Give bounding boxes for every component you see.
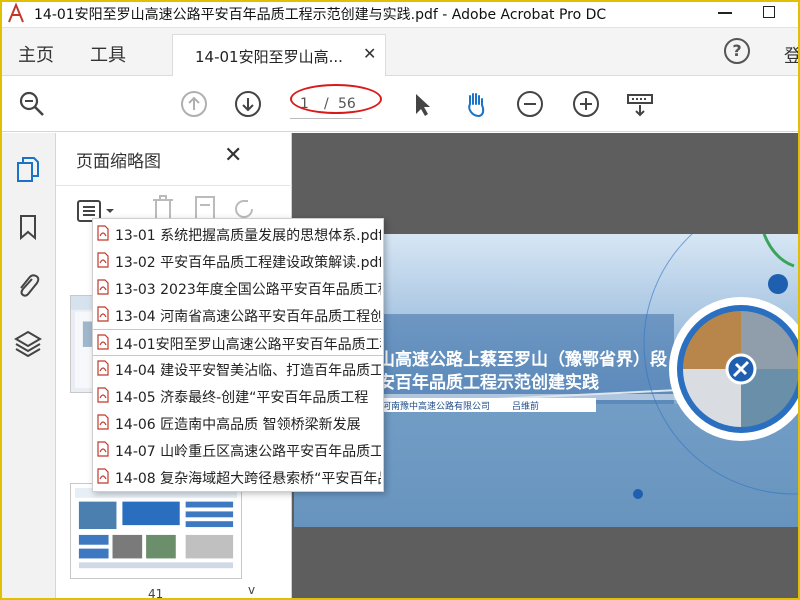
search-zoom-icon[interactable] [18, 90, 46, 118]
document-list-label: 14-01安阳至罗山高速公路平安百年品质工程 [115, 337, 381, 353]
help-icon[interactable]: ? [724, 38, 750, 64]
document-list-item[interactable]: 14-01安阳至罗山高速公路平安百年品质工程 [93, 329, 383, 356]
document-list-item[interactable]: 14-04 建设平安智美沾临、打造百年品质工程 [93, 356, 383, 383]
close-panel-icon[interactable]: ✕ [224, 143, 242, 168]
document-list-item[interactable]: 14-06 匠造南中高品质 智领桥梁新发展 [93, 410, 383, 437]
document-list-item[interactable]: 14-07 山岭重丘区高速公路平安百年品质工程 [93, 437, 383, 464]
pdf-file-icon [97, 279, 109, 295]
pdf-file-icon [97, 252, 109, 268]
maximize-button[interactable] [763, 6, 775, 18]
document-list-item[interactable]: 13-03 2023年度全国公路平安百年品质工程 [93, 275, 383, 302]
menu-bar: 主页 工具 14-01安阳至罗山高... ✕ ? 登 [0, 28, 800, 76]
pdf-file-icon [97, 414, 109, 430]
document-list-label: 14-08 复杂海域超大跨径悬索桥“平安百年品质 [115, 471, 381, 487]
previous-page-icon[interactable] [180, 90, 208, 118]
pdf-file-icon [97, 441, 109, 457]
scroll-mode-icon[interactable] [626, 90, 654, 118]
document-list-item[interactable]: 14-05 济泰最终-创建“平安百年品质工程 [93, 383, 383, 410]
zoom-in-icon[interactable] [572, 90, 600, 118]
slide-title-line1: 山高速公路上蔡至罗山（豫鄂省界）段 [378, 350, 667, 370]
open-documents-list: 13-01 系统把握高质量发展的思想体系.pdf 13-02 平安百年品质工程建设… [92, 218, 384, 492]
document-list-label: 14-04 建设平安智美沾临、打造百年品质工程 [115, 363, 381, 379]
pdf-file-icon [97, 468, 109, 484]
scroll-down-arrow[interactable]: v [248, 583, 255, 597]
page-thumbnail[interactable] [70, 483, 242, 579]
bookmark-icon[interactable] [14, 213, 42, 241]
thumbnail-page-number: 41 [148, 587, 164, 600]
document-list-label: 14-07 山岭重丘区高速公路平安百年品质工程 [115, 444, 381, 460]
document-tab-label: 14-01安阳至罗山高... [195, 48, 343, 66]
slide-company: 河南豫中高速公路有限公司 [382, 402, 491, 412]
document-list-label: 13-01 系统把握高质量发展的思想体系.pdf [115, 228, 381, 244]
pdf-file-icon [97, 306, 109, 322]
document-list-item[interactable]: 14-08 复杂海域超大跨径悬索桥“平安百年品质 [93, 464, 383, 491]
sign-in-button[interactable]: 登 [784, 42, 800, 68]
home-menu[interactable]: 主页 [18, 41, 54, 67]
document-list-label: 14-05 济泰最终-创建“平安百年品质工程 [115, 390, 369, 406]
pdf-file-icon [97, 360, 109, 376]
pdf-file-icon [97, 225, 109, 241]
slide-photo-collage [669, 297, 800, 441]
panel-title: 页面缩略图 [76, 152, 161, 172]
zoom-out-icon[interactable] [516, 90, 544, 118]
document-list-label: 13-03 2023年度全国公路平安百年品质工程 [115, 282, 381, 298]
toolbar: 1 / 56 [0, 76, 800, 132]
minimize-button[interactable] [718, 12, 732, 14]
slide-author: 吕维前 [512, 402, 540, 412]
document-list-label: 13-02 平安百年品质工程建设政策解读.pdf [115, 255, 381, 271]
hand-tool-icon[interactable] [462, 90, 490, 118]
panel-divider [56, 185, 292, 186]
slide-title-line2: 安百年品质工程示范创建实践 [378, 373, 599, 393]
pdf-file-icon [97, 387, 109, 403]
document-list-item[interactable]: 13-02 平安百年品质工程建设政策解读.pdf [93, 248, 383, 275]
pdf-file-icon [97, 334, 109, 350]
title-bar: 14-01安阳至罗山高速公路平安百年品质工程示范创建与实践.pdf - Adob… [0, 0, 800, 28]
red-annotation-ellipse [290, 84, 382, 114]
window-title: 14-01安阳至罗山高速公路平安百年品质工程示范创建与实践.pdf - Adob… [34, 7, 607, 23]
attachment-icon[interactable] [14, 271, 42, 299]
document-list-label: 14-06 匠造南中高品质 智领桥梁新发展 [115, 417, 361, 433]
tools-menu[interactable]: 工具 [90, 41, 126, 67]
app-logo-icon [8, 2, 24, 23]
left-navigation-rail [0, 133, 56, 600]
document-list-label: 13-04 河南省高速公路平安百年品质工程创建 [115, 309, 381, 325]
page-thumbnails-icon[interactable] [14, 155, 42, 183]
document-list-item[interactable]: 13-04 河南省高速公路平安百年品质工程创建 [93, 302, 383, 329]
document-tab[interactable]: 14-01安阳至罗山高... ✕ [172, 34, 386, 76]
select-arrow-icon[interactable] [408, 90, 436, 118]
layers-icon[interactable] [14, 329, 42, 357]
next-page-icon[interactable] [234, 90, 262, 118]
close-tab-icon[interactable]: ✕ [363, 44, 376, 63]
page-input-underline [290, 118, 362, 119]
slide-author-strip: 河南豫中高速公路有限公司 吕维前 [378, 398, 596, 412]
document-list-item[interactable]: 13-01 系统把握高质量发展的思想体系.pdf [93, 221, 383, 248]
